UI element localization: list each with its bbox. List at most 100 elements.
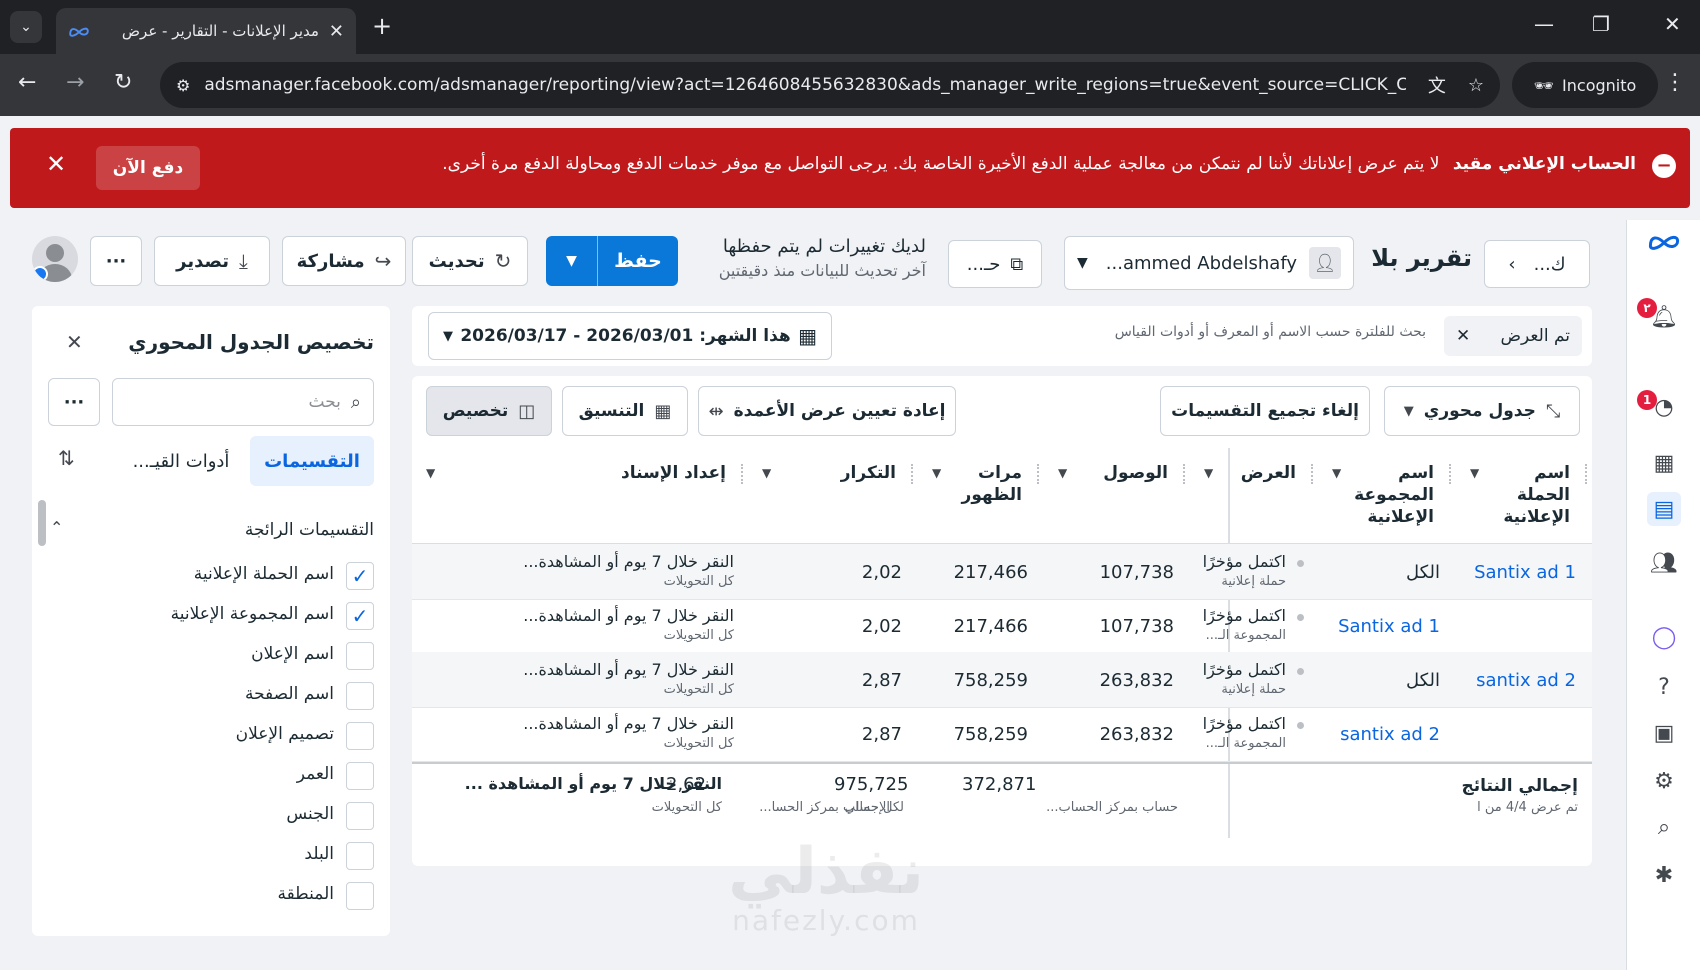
table-grid-icon[interactable]: ▦ [1647, 446, 1681, 480]
chip-remove-icon[interactable]: ✕ [1456, 326, 1470, 346]
delivered-filter-chip[interactable]: تم العرض ✕ [1444, 316, 1582, 356]
column-sort-icon[interactable]: ▼ [1058, 466, 1067, 480]
audiences-icon[interactable]: 👥︎ [1647, 546, 1681, 580]
ad-account-selector[interactable]: ▼ ...ammed Abdelshafy 👤︎ [1064, 236, 1354, 290]
address-bar[interactable]: ⚙ adsmanager.facebook.com/adsmanager/rep… [160, 62, 1500, 108]
breakdown-option[interactable]: البلد [32, 836, 390, 876]
reports-icon[interactable]: ▤ [1647, 492, 1681, 526]
back-icon[interactable]: ← [18, 70, 36, 95]
bookmark-star-icon[interactable]: ☆ [1468, 75, 1484, 96]
translate-icon[interactable]: 文 [1428, 72, 1446, 98]
meta-ai-icon[interactable]: ◯ [1647, 620, 1681, 654]
tab-metrics[interactable]: أدوات القيـ... [122, 436, 240, 486]
refresh-button[interactable]: ↻ تحديث [412, 236, 528, 286]
alert-close-icon[interactable]: ✕ [46, 150, 66, 178]
adset-link[interactable]: Santix ad 1 [1338, 616, 1440, 637]
column-header-campaign[interactable]: اسم الحملة الإعلانية ▼ [1456, 448, 1592, 544]
site-settings-icon[interactable]: ⚙ [176, 76, 190, 95]
panel-search-input[interactable]: بحث ⌕ [112, 378, 374, 426]
reset-column-widths-button[interactable]: إعادة تعيين عرض الأعمدة ⇹ [698, 386, 956, 436]
column-sort-icon[interactable]: ▼ [1332, 466, 1341, 480]
breakdown-option[interactable]: الجنس [32, 796, 390, 836]
checkbox[interactable] [346, 842, 374, 870]
window-close-icon[interactable]: ✕ [1664, 12, 1681, 36]
column-sort-icon[interactable]: ▼ [1470, 466, 1479, 480]
totals-frequency-sub: لكل حساب بمركز الحسا... [759, 800, 904, 815]
share-button[interactable]: ↪ مشاركة [282, 236, 406, 286]
account-info-icon[interactable]: ▣ [1647, 716, 1681, 750]
filter-search-input[interactable]: بحث للفلترة حسب الاسم أو المعرف أو أدوات… [1115, 324, 1426, 340]
checkbox[interactable] [346, 642, 374, 670]
back-navigation-button[interactable]: ك... › [1484, 240, 1590, 288]
table-row[interactable]: santix ad 2 الكل اكتمل مؤخرًا حملة إعلانية 2… [412, 652, 1592, 708]
minimize-icon[interactable]: — [1534, 12, 1554, 36]
save-options-dropdown[interactable]: ▼ [546, 236, 598, 286]
column-header-adset[interactable]: اسم المجموعة الإعلانية ▼ [1318, 448, 1456, 544]
table-row[interactable]: Santix ad 1 اكتمل مؤخرًا المجموعة الـ... 10… [412, 598, 1592, 654]
collapse-chevron-icon[interactable]: ⌃ [50, 518, 63, 537]
view-selector-button[interactable]: ⧉ حـ... [948, 240, 1042, 288]
checkbox[interactable] [346, 762, 374, 790]
campaign-link[interactable]: santix ad 2 [1476, 670, 1576, 691]
date-range-picker[interactable]: ▼ هذا الشهر: 2026/03/01 - 2026/03/17 ▦ [428, 312, 832, 360]
meta-logo-icon[interactable] [1647, 224, 1681, 258]
panel-close-icon[interactable]: ✕ [66, 330, 83, 354]
url-text[interactable]: adsmanager.facebook.com/adsmanager/repor… [204, 75, 1406, 95]
customize-button[interactable]: ◫ تخصيص [426, 386, 552, 436]
column-sort-icon[interactable]: ▼ [426, 466, 435, 480]
column-sort-icon[interactable]: ▼ [932, 466, 941, 480]
tab-close-icon[interactable]: ✕ [329, 21, 344, 42]
column-header-attribution[interactable]: إعداد الإسناد ▼ [412, 448, 748, 544]
column-header-delivery[interactable]: العرض ▼ [1190, 448, 1318, 544]
checkbox-checked[interactable]: ✓ [346, 602, 374, 630]
alert-message: لا يتم عرض إعلاناتك لأننا لم نتمكن من مع… [442, 154, 1440, 174]
tab-list-button[interactable]: ⌄ [10, 11, 42, 43]
breakdown-option[interactable]: ✓ اسم المجموعة الإعلانية [32, 596, 390, 636]
campaign-link[interactable]: Santix ad 1 [1474, 562, 1576, 583]
column-header-reach[interactable]: الوصول ▼ [1044, 448, 1190, 544]
panel-scrollbar[interactable] [38, 500, 46, 546]
checkbox-checked[interactable]: ✓ [346, 562, 374, 590]
panel-more-button[interactable]: ··· [48, 378, 100, 426]
tab-breakdowns[interactable]: التقسيمات [250, 436, 374, 486]
browser-tab[interactable]: مدير الإعلانات - التقارير - عرض ✕ [56, 8, 356, 54]
table-row[interactable]: santix ad 2 اكتمل مؤخرًا المجموعة الـ... 26… [412, 706, 1592, 762]
breakdown-option[interactable]: المنطقة [32, 876, 390, 916]
cell-frequency: 2,87 [748, 652, 918, 708]
column-header-impressions[interactable]: مرات الظهور ▼ [918, 448, 1044, 544]
export-button[interactable]: ⤓ تصدير [154, 236, 270, 286]
new-tab-icon[interactable]: + [372, 12, 392, 40]
checkbox[interactable] [346, 802, 374, 830]
checkbox[interactable] [346, 682, 374, 710]
forward-icon[interactable]: → [66, 70, 84, 95]
pivot-table-dropdown[interactable]: ⤡ جدول محوري ▼ [1384, 386, 1580, 436]
adset-link[interactable]: santix ad 2 [1340, 724, 1440, 745]
breakdown-option[interactable]: ✓ اسم الحملة الإعلانية [32, 556, 390, 596]
format-button[interactable]: ▦ التنسيق [562, 386, 688, 436]
more-options-button[interactable]: ··· [90, 236, 142, 286]
search-icon[interactable]: ⌕ [1647, 810, 1681, 844]
incognito-badge[interactable]: 🕶 Incognito [1512, 62, 1658, 108]
ungroup-breakdowns-button[interactable]: إلغاء تجميع التقسيمات [1160, 386, 1370, 436]
reload-icon[interactable]: ↻ [114, 70, 132, 95]
restore-icon[interactable]: ❐ [1592, 12, 1610, 36]
sort-icon[interactable]: ⇅ [58, 446, 75, 470]
browser-menu-icon[interactable]: ⋮ [1664, 70, 1686, 95]
user-avatar[interactable] [32, 236, 78, 282]
checkbox[interactable] [346, 882, 374, 910]
bug-report-icon[interactable]: ✱ [1647, 858, 1681, 892]
breakdown-option[interactable]: تصميم الإعلان [32, 716, 390, 756]
save-button[interactable]: حفظ [598, 236, 678, 286]
breakdown-option[interactable]: العمر [32, 756, 390, 796]
column-sort-icon[interactable]: ▼ [1204, 466, 1213, 480]
breakdown-option[interactable]: اسم الإعلان [32, 636, 390, 676]
breakdown-option[interactable]: اسم الصفحة [32, 676, 390, 716]
column-header-frequency[interactable]: التكرار ▼ [748, 448, 918, 544]
pay-now-button[interactable]: دفع الآن [96, 146, 200, 190]
settings-gear-icon[interactable]: ⚙ [1647, 764, 1681, 798]
help-icon[interactable]: ? [1647, 670, 1681, 704]
column-sort-icon[interactable]: ▼ [762, 466, 771, 480]
checkbox[interactable] [346, 722, 374, 750]
delivery-level: المجموعة الـ... [1205, 628, 1286, 643]
table-row[interactable]: Santix ad 1 الكل اكتمل مؤخرًا حملة إعلانية 1… [412, 544, 1592, 600]
